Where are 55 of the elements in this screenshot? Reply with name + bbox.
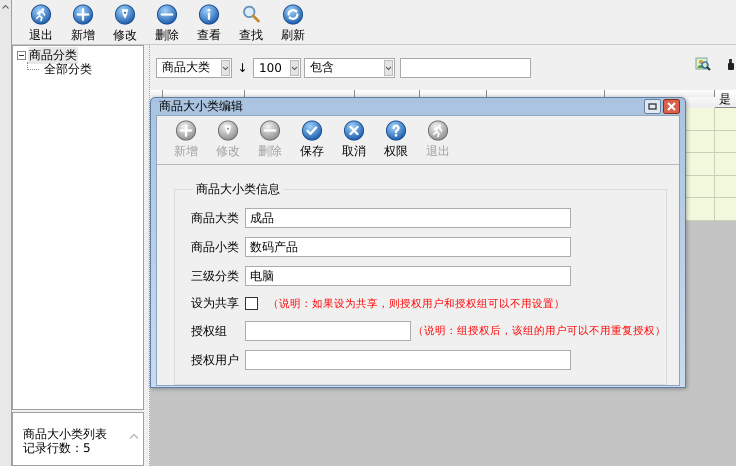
sort-arrow[interactable]: ↓: [235, 60, 250, 74]
close-icon[interactable]: [663, 99, 680, 114]
toolbar-button[interactable]: 权限: [375, 116, 417, 160]
field-label: 授权组: [191, 322, 228, 340]
pen-nib-icon: [113, 4, 137, 25]
field-label: 授权用户: [191, 352, 240, 368]
field-label: 三级分类: [191, 268, 240, 284]
collapse-icon[interactable]: [17, 50, 26, 60]
text-field[interactable]: 数码产品: [245, 237, 571, 257]
checkmark-icon: [300, 120, 324, 141]
hint-text: （说明：如果设为共享，则授权用户和授权组可以不用设置）: [268, 296, 565, 310]
dropdown[interactable]: 商品大类: [156, 58, 232, 78]
info-icon: [197, 4, 221, 25]
toolbar-button[interactable]: 查找: [230, 0, 272, 44]
running-figure-icon: [426, 120, 450, 141]
toolbar-button[interactable]: 修改: [104, 0, 146, 44]
restore-icon[interactable]: [644, 99, 661, 114]
tree-item[interactable]: 全部分类: [43, 60, 93, 78]
field-label: 设为共享: [191, 295, 240, 312]
plus-icon: [71, 4, 95, 25]
running-figure-icon: [29, 4, 53, 25]
field-label: 商品小类: [191, 238, 240, 256]
search-field[interactable]: [400, 58, 531, 78]
user-search-icon[interactable]: [695, 56, 711, 72]
plus-icon: [174, 120, 198, 141]
dropdown[interactable]: 包含: [304, 58, 395, 78]
column-header[interactable]: [150, 90, 163, 97]
status-text: 记录行数：5: [23, 441, 92, 455]
pen-nib-icon: [216, 120, 240, 141]
hint-text: （说明：组授权后，该组的用户可以不用重复授权）: [413, 324, 666, 338]
toolbar-button[interactable]: 保存: [291, 116, 333, 160]
status-text: 商品大小类列表: [23, 427, 107, 441]
text-field[interactable]: [245, 350, 571, 370]
minus-icon: [155, 4, 179, 25]
dropdown[interactable]: 100: [253, 58, 301, 78]
tree-item[interactable]: 商品分类: [28, 46, 78, 64]
window-title: 商品大小类编辑: [159, 98, 243, 115]
checkbox[interactable]: [245, 297, 258, 310]
toolbar-button[interactable]: 新增: [62, 0, 104, 44]
text-field[interactable]: 电脑: [245, 266, 571, 286]
question-icon: [384, 120, 408, 141]
toolbar-button[interactable]: 退出: [20, 0, 62, 44]
toolbar-button[interactable]: 刷新: [272, 0, 314, 44]
group-title: 商品大小类信息: [195, 181, 281, 198]
binoculars-icon[interactable]: [728, 56, 736, 72]
chevron-up-icon[interactable]: [2, 4, 9, 9]
text-field[interactable]: [245, 321, 411, 341]
toolbar-button[interactable]: 删除: [146, 0, 188, 44]
toolbar-button[interactable]: 取消: [333, 116, 375, 160]
toolbar-button[interactable]: 查看: [188, 0, 230, 44]
text-field[interactable]: 成品: [245, 208, 571, 228]
field-label: 商品大类: [191, 210, 240, 226]
cross-icon: [342, 120, 366, 141]
refresh-icon: [281, 4, 305, 25]
minus-icon: [258, 120, 282, 141]
